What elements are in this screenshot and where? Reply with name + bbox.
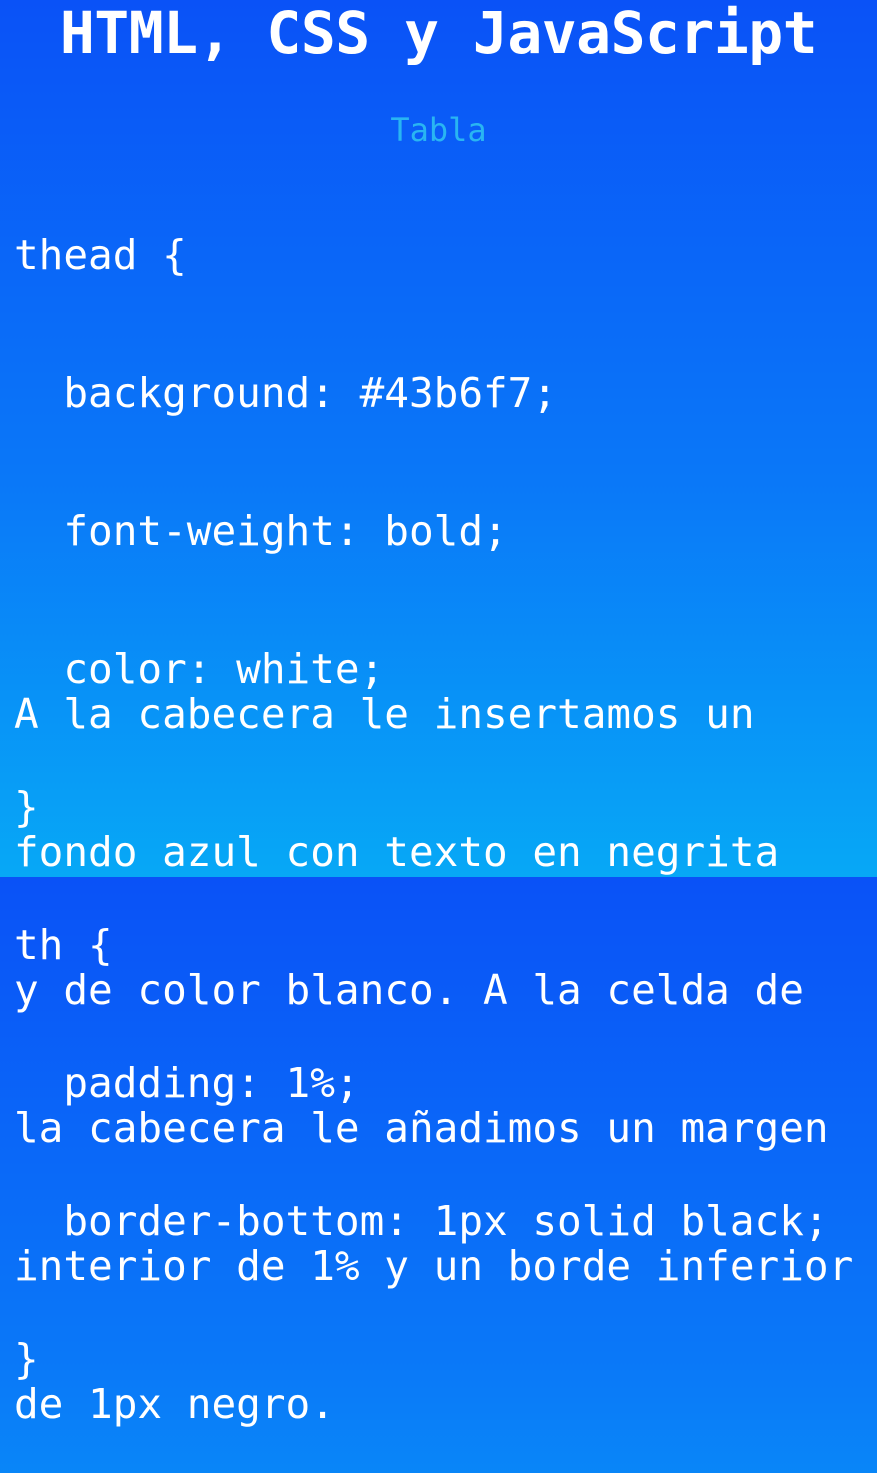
code-line: font-weight: bold; [14, 507, 508, 555]
description-line: fondo azul con texto en negrita [14, 828, 780, 876]
code-line: background: #43b6f7; [14, 369, 558, 417]
description-line: la cabecera le añadimos un margen [14, 1104, 829, 1152]
description-line: y de color blanco. A la celda de [14, 966, 804, 1014]
description-line: de 1px negro. [14, 1380, 335, 1428]
description-paragraph: A la cabecera le insertamos un fondo azu… [14, 599, 853, 1473]
page-title: HTML, CSS y JavaScript [59, 0, 818, 67]
description-line: A la cabecera le insertamos un [14, 690, 755, 738]
code-line: thead { [14, 231, 187, 279]
description-line: interior de 1% y un borde inferior [14, 1242, 854, 1290]
